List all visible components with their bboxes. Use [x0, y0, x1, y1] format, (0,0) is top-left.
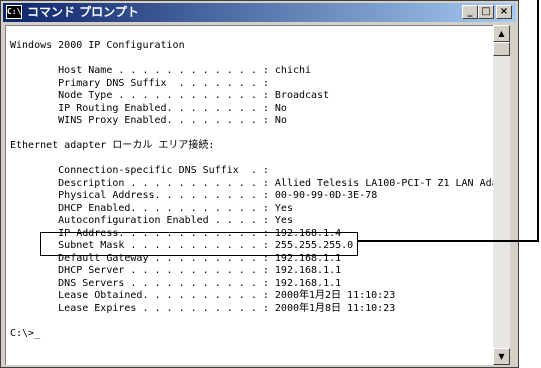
scroll-down-button[interactable]: ▼	[493, 348, 510, 365]
console-line: DNS Servers . . . . . . . . . . . : 192.…	[10, 277, 342, 289]
callout-line-vertical	[537, 0, 539, 242]
console-text: Windows 2000 IP Configuration Host Name …	[10, 40, 493, 340]
minimize-button[interactable]: _	[462, 5, 478, 19]
console-line: Autoconfiguration Enabled . . . . : Yes	[10, 215, 293, 226]
vertical-scrollbar[interactable]: ▲ ▼	[493, 25, 510, 365]
command-prompt-window: C:\ コマンド プロンプト _ □ × Windows 2000 IP Con…	[0, 0, 519, 368]
console-line: Ethernet adapter ローカル エリア接続:	[10, 140, 215, 151]
console-line: Host Name . . . . . . . . . . . . : chic…	[10, 65, 312, 76]
console-line: IP Routing Enabled. . . . . . . . : No	[10, 102, 287, 114]
console-line: Description . . . . . . . . . . . : Alli…	[10, 177, 493, 189]
close-button[interactable]: ×	[496, 5, 512, 19]
console-line: Windows 2000 IP Configuration	[10, 40, 185, 51]
window-title: コマンド プロンプト	[27, 5, 139, 19]
console-line: Lease Expires . . . . . . . . . . : 2000…	[10, 302, 396, 314]
console-line: DHCP Server . . . . . . . . . . . : 192.…	[10, 265, 342, 276]
maximize-button[interactable]: □	[478, 5, 494, 19]
console-line: Lease Obtained. . . . . . . . . . : 2000…	[10, 290, 396, 301]
console-line: Node Type . . . . . . . . . . . . : Broa…	[10, 90, 330, 101]
console-line: Physical Address. . . . . . . . . : 00-9…	[10, 190, 378, 201]
cmd-icon[interactable]: C:\	[6, 5, 22, 19]
console-line: DHCP Enabled. . . . . . . . . . . : Yes	[10, 202, 293, 214]
callout-line-horizontal	[357, 240, 538, 242]
console-line: WINS Proxy Enabled. . . . . . . . : No	[10, 115, 287, 126]
console-line: C:\>_	[10, 327, 41, 339]
scroll-up-button[interactable]: ▲	[493, 25, 510, 42]
scroll-thumb[interactable]	[493, 42, 510, 56]
console-line: Connection-specific DNS Suffix . :	[10, 165, 269, 176]
console-line: Primary DNS Suffix . . . . . . . :	[10, 77, 269, 89]
ip-address-highlight-box	[40, 232, 358, 256]
console-output-area[interactable]: Windows 2000 IP Configuration Host Name …	[5, 25, 493, 365]
title-bar[interactable]: C:\ コマンド プロンプト _ □ ×	[3, 3, 516, 22]
